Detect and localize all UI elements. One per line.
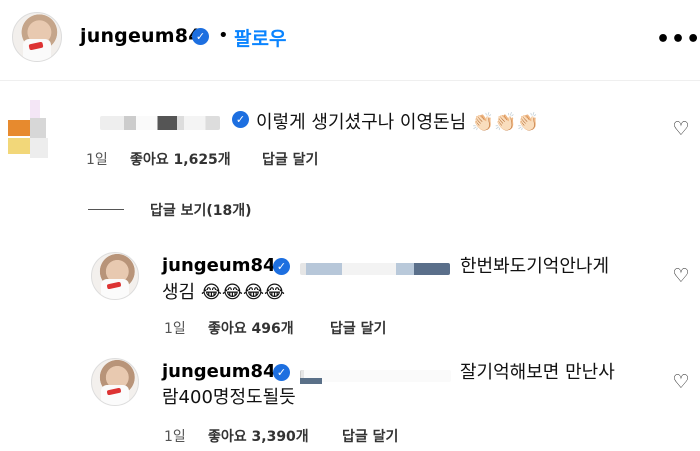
separator-dot: • — [218, 25, 229, 46]
reply-text-line: 생김 😂😂😂😂 — [162, 280, 285, 306]
reply-button[interactable]: 답글 달기 — [342, 426, 398, 446]
comment-text: 이렇게 생기셨구나 이영돈님 👏🏻👏🏻👏🏻 — [256, 108, 539, 134]
blurred-mention[interactable] — [300, 370, 451, 382]
reply-likes[interactable]: 좋아요 3,390개 — [208, 426, 309, 446]
clap-emoji: 👏🏻 — [516, 112, 540, 133]
view-replies-button[interactable]: 답글 보기(18개) — [150, 200, 252, 220]
comment-avatar[interactable] — [4, 100, 62, 158]
laughing-emoji: 😂 — [264, 282, 286, 303]
clap-emoji: 👏🏻 — [494, 112, 517, 133]
like-heart-icon[interactable]: ♡ — [670, 265, 692, 287]
reply-username[interactable]: jungeum84 — [162, 361, 276, 382]
reply-avatar[interactable] — [91, 358, 139, 406]
blurred-mention[interactable] — [300, 263, 450, 275]
verified-badge-icon: ✓ — [273, 364, 290, 381]
verified-badge-icon: ✓ — [232, 111, 249, 128]
reply-label[interactable]: 답글 달기 — [330, 321, 386, 337]
verified-badge-icon: ✓ — [273, 258, 290, 275]
laughing-emoji: 😂 — [221, 282, 243, 303]
reply-time: 1일 — [164, 321, 186, 337]
blurred-mention-mark — [300, 378, 322, 384]
reply-time: 1일 — [164, 429, 186, 445]
blurred-username[interactable] — [100, 116, 220, 130]
reply-text-line: 한번봐도기억안나게 — [460, 256, 610, 277]
reply-text-word: 생김 — [162, 282, 196, 303]
reply-text-line: 잘기억해보면 만난사 — [460, 362, 615, 383]
reply-label[interactable]: 답글 달기 — [342, 429, 398, 445]
clap-emoji: 👏🏻 — [471, 112, 495, 133]
like-heart-icon[interactable]: ♡ — [670, 118, 692, 140]
follow-button[interactable]: 팔로우 — [234, 24, 286, 51]
likes-count[interactable]: 좋아요 496개 — [208, 321, 294, 337]
more-options-icon[interactable]: ••• — [656, 27, 700, 52]
reply-text-line: 람400명정도될듯 — [162, 387, 296, 408]
replies-divider — [88, 209, 124, 210]
likes-count[interactable]: 좋아요 1,625개 — [130, 152, 231, 168]
like-heart-icon[interactable]: ♡ — [670, 371, 692, 393]
reply-button[interactable]: 답글 달기 — [262, 149, 318, 169]
header-divider — [0, 80, 700, 81]
likes-count[interactable]: 좋아요 3,390개 — [208, 429, 309, 445]
reply-button[interactable]: 답글 달기 — [330, 318, 386, 338]
reply-username[interactable]: jungeum84 — [162, 255, 276, 276]
header-username[interactable]: jungeum84 — [80, 25, 202, 47]
comment-likes[interactable]: 좋아요 1,625개 — [130, 149, 231, 169]
reply-label[interactable]: 답글 달기 — [262, 152, 318, 168]
reply-avatar[interactable] — [91, 252, 139, 300]
reply-likes[interactable]: 좋아요 496개 — [208, 318, 294, 338]
laughing-emoji: 😂 — [200, 282, 222, 303]
header-avatar[interactable] — [12, 12, 62, 62]
laughing-emoji: 😂 — [242, 282, 264, 303]
comment-time: 1일 — [86, 152, 108, 168]
comment-body: 이렇게 생기셨구나 이영돈님 — [256, 112, 467, 133]
verified-badge-icon: ✓ — [192, 28, 209, 45]
